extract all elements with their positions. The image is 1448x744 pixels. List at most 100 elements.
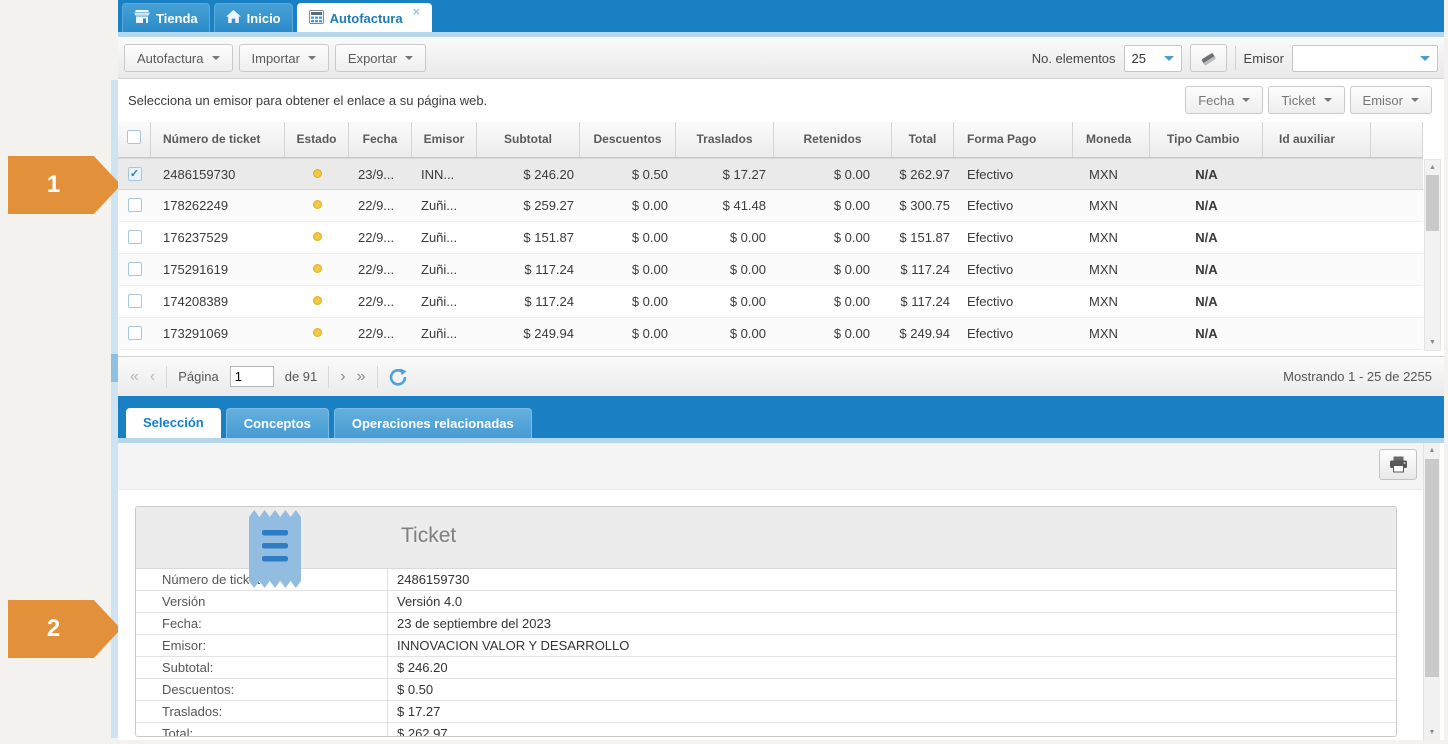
cell-filler: [1371, 286, 1423, 317]
cell-formapago: Efectivo: [954, 318, 1073, 349]
detail-field-value: INNOVACION VALOR Y DESARROLLO: [388, 635, 629, 656]
no-elementos-select[interactable]: 25: [1124, 45, 1182, 72]
first-page-button[interactable]: «: [130, 368, 139, 386]
column-header-emisor[interactable]: Emisor: [412, 122, 477, 157]
cell-idauxiliar: [1263, 254, 1371, 285]
scroll-down-icon[interactable]: ▼: [1424, 726, 1440, 739]
row-checkbox[interactable]: [128, 294, 142, 308]
scroll-up-icon[interactable]: ▲: [1425, 161, 1440, 174]
window-tab-tienda[interactable]: Tienda: [122, 3, 210, 32]
column-header-_filler[interactable]: [1371, 122, 1423, 157]
cell-total: $ 249.94: [892, 318, 954, 349]
column-header-moneda[interactable]: Moneda: [1073, 122, 1150, 157]
menu-button-autofactura[interactable]: Autofactura: [124, 44, 233, 72]
table-row[interactable]: ✓248615973023/9...INN...$ 246.20$ 0.50$ …: [118, 158, 1423, 190]
window-tab-label: Autofactura: [330, 11, 403, 26]
paging-toolbar: « ‹ Página de 91 › » Mostrando 1 - 25 de…: [118, 356, 1444, 396]
scrollbar-thumb[interactable]: [1426, 175, 1439, 231]
button-label: Exportar: [348, 51, 397, 66]
window-tab-inicio[interactable]: Inicio: [214, 3, 293, 32]
last-page-button[interactable]: »: [357, 368, 366, 386]
chevron-down-icon: [1420, 56, 1430, 61]
estado-indicator-icon: [313, 169, 322, 178]
scroll-up-icon[interactable]: ▲: [1424, 444, 1440, 457]
row-checkbox[interactable]: [128, 326, 142, 340]
detail-field-value: 2486159730: [388, 569, 469, 590]
page-number-input[interactable]: [230, 366, 274, 387]
emisor-select[interactable]: [1292, 45, 1438, 72]
column-header-retenidos[interactable]: Retenidos: [774, 122, 892, 157]
scrollbar-thumb[interactable]: [1425, 459, 1439, 677]
column-header-estado[interactable]: Estado: [285, 122, 349, 157]
cell-descuentos: $ 0.50: [580, 159, 676, 189]
column-header-id_auxiliar[interactable]: Id auxiliar: [1263, 122, 1371, 157]
filter-button-emisor[interactable]: Emisor: [1350, 86, 1432, 114]
window-tab-autofactura[interactable]: Autofactura ×: [297, 3, 433, 32]
estado-indicator-icon: [313, 232, 322, 241]
detail-tab-selección[interactable]: Selección: [126, 408, 221, 438]
next-page-button[interactable]: ›: [340, 368, 345, 386]
close-icon[interactable]: ×: [413, 5, 421, 18]
cell-numero: 176237529: [151, 222, 285, 253]
table-row[interactable]: 17420838922/9...Zuñi...$ 117.24$ 0.00$ 0…: [118, 286, 1423, 318]
table-row[interactable]: 17329106922/9...Zuñi...$ 249.94$ 0.00$ 0…: [118, 318, 1423, 350]
cell-total: $ 300.75: [892, 190, 954, 221]
column-header-numero[interactable]: Número de ticket: [151, 122, 285, 157]
cell-total: $ 117.24: [892, 254, 954, 285]
no-elementos-value: 25: [1132, 51, 1146, 66]
cell-estado: [285, 254, 349, 285]
column-header-forma_pago[interactable]: Forma Pago: [954, 122, 1073, 157]
detail-field-value: $ 262.97: [388, 723, 448, 737]
scroll-down-icon[interactable]: ▼: [1425, 336, 1440, 349]
grid-header-row: Número de ticketEstadoFechaEmisorSubtota…: [118, 122, 1423, 158]
column-header-descuentos[interactable]: Descuentos: [580, 122, 676, 157]
cell-filler: [1371, 190, 1423, 221]
cell-formapago: Efectivo: [954, 222, 1073, 253]
table-row[interactable]: 17826224922/9...Zuñi...$ 259.27$ 0.00$ 4…: [118, 190, 1423, 222]
detail-tab-operaciones-relacionadas[interactable]: Operaciones relacionadas: [334, 408, 532, 438]
cell-traslados: $ 41.48: [676, 190, 774, 221]
cell-estado: [285, 318, 349, 349]
calculator-icon: [309, 10, 324, 27]
table-row[interactable]: 17529161922/9...Zuñi...$ 117.24$ 0.00$ 0…: [118, 254, 1423, 286]
detail-tab-conceptos[interactable]: Conceptos: [226, 408, 329, 438]
clear-filter-button[interactable]: [1190, 44, 1227, 72]
ticket-card-title: Ticket: [401, 524, 456, 548]
table-row[interactable]: 17623752922/9...Zuñi...$ 151.87$ 0.00$ 0…: [118, 222, 1423, 254]
cell-subtotal: $ 117.24: [477, 286, 580, 317]
window-tab-label: Tienda: [156, 11, 198, 26]
column-header-total[interactable]: Total: [892, 122, 954, 157]
row-checkbox[interactable]: [128, 198, 142, 212]
cell-moneda: MXN: [1073, 190, 1150, 221]
menu-button-exportar[interactable]: Exportar: [335, 44, 426, 72]
row-checkbox[interactable]: ✓: [128, 167, 142, 181]
column-header-subtotal[interactable]: Subtotal: [477, 122, 580, 157]
annotation-arrow-2: 2: [8, 600, 121, 658]
select-all-header[interactable]: [118, 122, 151, 157]
home-icon: [226, 10, 241, 26]
print-button[interactable]: [1379, 449, 1417, 480]
cell-emisor: Zuñi...: [412, 318, 477, 349]
cell-moneda: MXN: [1073, 222, 1150, 253]
column-header-tipo_cambio[interactable]: Tipo Cambio: [1150, 122, 1263, 157]
detail-vertical-scrollbar[interactable]: ▲ ▼: [1423, 443, 1440, 740]
annotation-number: 2: [47, 615, 60, 643]
row-checkbox[interactable]: [128, 230, 142, 244]
paging-separator: [328, 366, 329, 388]
detail-field-row: Emisor:INNOVACION VALOR Y DESARROLLO: [136, 635, 1396, 657]
grid-vertical-scrollbar[interactable]: ▲ ▼: [1424, 159, 1441, 351]
prev-page-button[interactable]: ‹: [150, 368, 155, 386]
filter-button-fecha[interactable]: Fecha: [1185, 86, 1263, 114]
select-all-checkbox[interactable]: [127, 130, 141, 144]
cell-emisor: Zuñi...: [412, 254, 477, 285]
column-header-fecha[interactable]: Fecha: [349, 122, 412, 157]
row-checkbox[interactable]: [128, 262, 142, 276]
cell-tipocambio: N/A: [1150, 159, 1263, 189]
column-header-traslados[interactable]: Traslados: [676, 122, 774, 157]
collapse-handle-icon[interactable]: [111, 354, 118, 382]
menu-button-importar[interactable]: Importar: [239, 44, 329, 72]
refresh-button[interactable]: [389, 368, 407, 386]
ticket-card-header: [136, 507, 1396, 569]
refresh-icon: [389, 368, 407, 386]
filter-button-ticket[interactable]: Ticket: [1268, 86, 1344, 114]
